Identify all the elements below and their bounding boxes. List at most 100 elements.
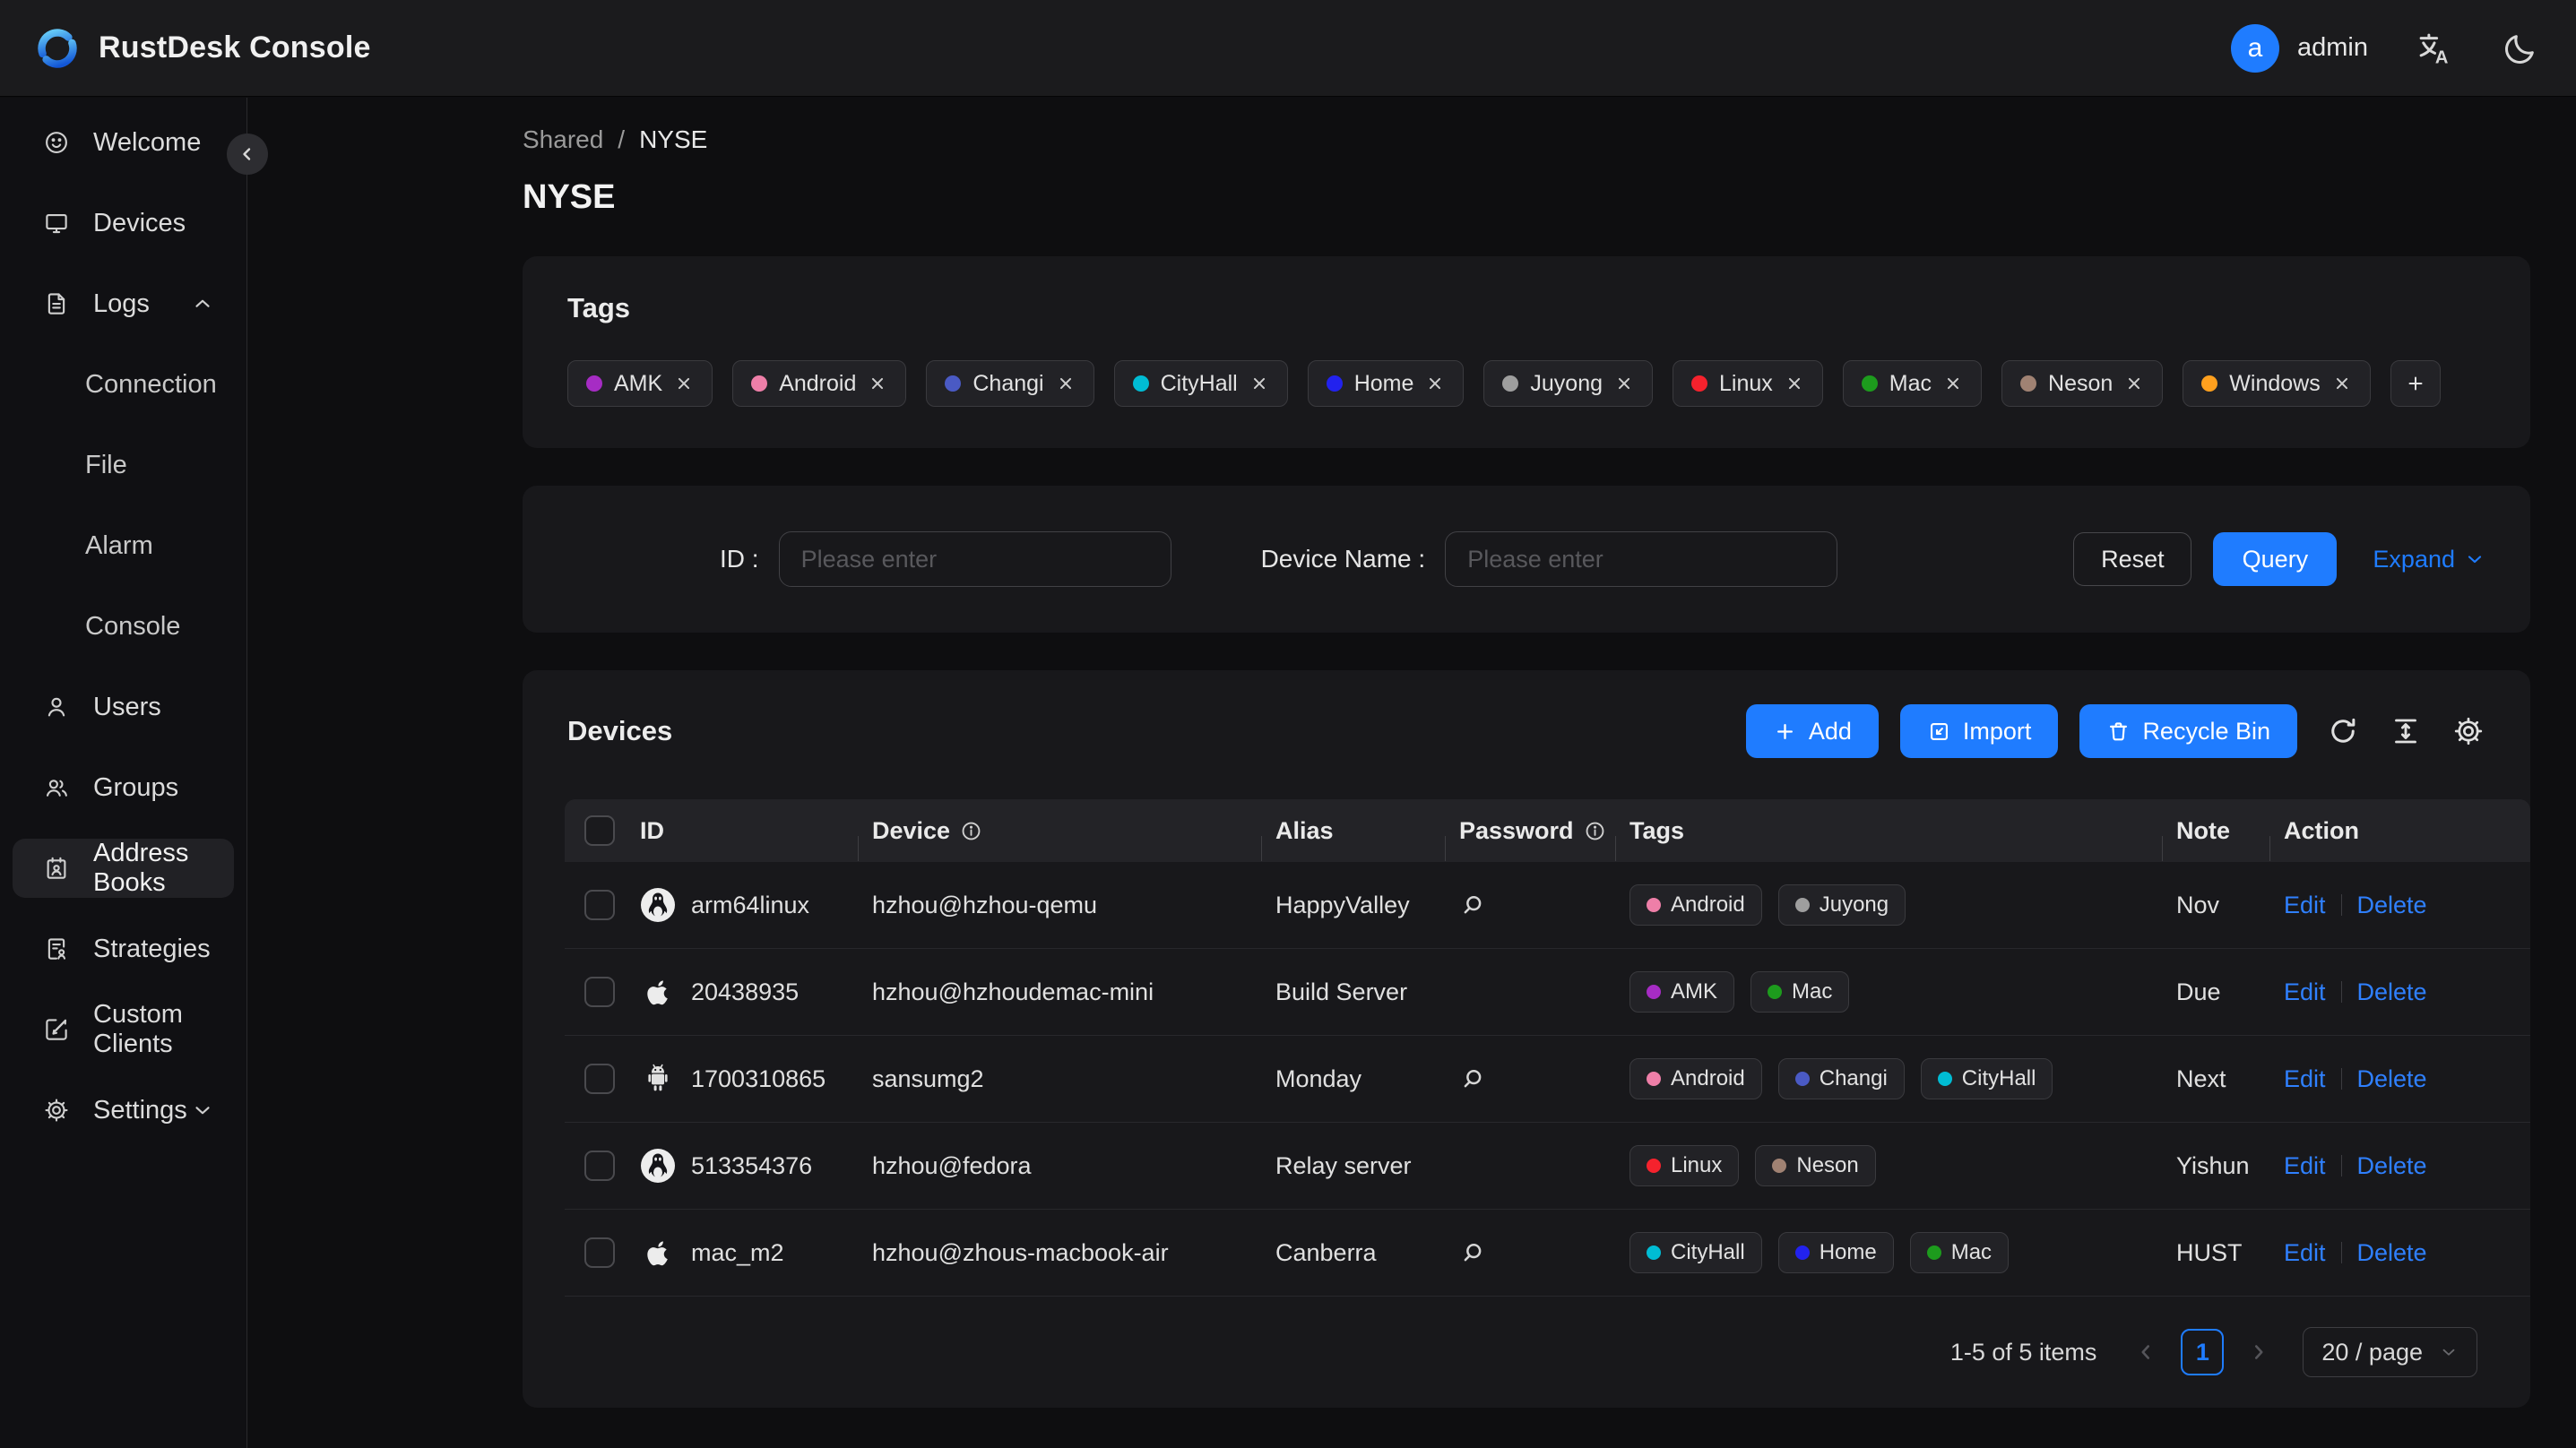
delete-link[interactable]: Delete <box>2357 892 2427 919</box>
previous-page-icon[interactable] <box>2134 1340 2157 1364</box>
sidebar-item-alarm[interactable]: Alarm <box>13 516 234 575</box>
edit-link[interactable]: Edit <box>2284 892 2326 919</box>
tag-color-dot <box>586 375 602 392</box>
language-icon[interactable]: A <box>2415 29 2454 68</box>
delete-link[interactable]: Delete <box>2357 1065 2427 1093</box>
sidebar-item-strategies[interactable]: Strategies <box>13 919 234 978</box>
chevron-down-icon <box>191 1099 214 1122</box>
row-checkbox[interactable] <box>584 890 615 920</box>
id-filter-input[interactable] <box>778 531 1171 587</box>
tag-chip-amk[interactable]: AMK <box>567 360 713 407</box>
page-number-button[interactable]: 1 <box>2181 1329 2225 1375</box>
refresh-icon[interactable] <box>2326 714 2360 748</box>
add-button[interactable]: Add <box>1745 704 1879 758</box>
device-name: hzhou@fedora <box>872 1151 1032 1179</box>
remove-tag-icon[interactable] <box>2124 374 2144 393</box>
device-name-filter-input[interactable] <box>1445 531 1838 587</box>
sidebar-collapse-button[interactable] <box>227 134 268 175</box>
recycle-bin-button[interactable]: Recycle Bin <box>2079 704 2297 758</box>
tag-chip-android[interactable]: Android <box>732 360 907 407</box>
delete-link[interactable]: Delete <box>2357 978 2427 1006</box>
tag-chip-neson[interactable]: Neson <box>2001 360 2164 407</box>
chevron-down-icon <box>2439 1342 2459 1362</box>
tag-chip-windows[interactable]: Windows <box>2183 360 2371 407</box>
breadcrumb-parent[interactable]: Shared <box>523 125 603 154</box>
import-icon <box>1927 720 1951 744</box>
remove-tag-icon[interactable] <box>2332 374 2352 393</box>
select-all-checkbox[interactable] <box>584 815 615 846</box>
import-button[interactable]: Import <box>1899 704 2059 758</box>
table-settings-gear-icon[interactable] <box>2451 714 2485 748</box>
tag-chip-home[interactable]: Home <box>1307 360 1465 407</box>
add-tag-button[interactable] <box>2390 360 2441 407</box>
sidebar-item-label: Devices <box>93 208 186 237</box>
sidebar-item-label: Settings <box>93 1095 187 1125</box>
sidebar-item-users[interactable]: Users <box>13 677 234 737</box>
device-alias: HappyValley <box>1275 891 1410 918</box>
sidebar-item-console[interactable]: Console <box>13 597 234 656</box>
sidebar-item-label: Welcome <box>93 127 202 157</box>
device-name: hzhou@zhous-macbook-air <box>872 1238 1169 1266</box>
tag-chip-mac[interactable]: Mac <box>1842 360 1983 407</box>
row-checkbox[interactable] <box>584 1151 615 1181</box>
row-checkbox[interactable] <box>584 977 615 1007</box>
sidebar: Welcome Devices Logs Connection File Ala… <box>0 98 247 1448</box>
sidebar-item-label: Custom Clients <box>93 1000 183 1058</box>
remove-tag-icon[interactable] <box>868 374 887 393</box>
sidebar-item-custom-clients[interactable]: Custom Clients <box>13 1000 234 1059</box>
remove-tag-icon[interactable] <box>674 374 694 393</box>
remove-tag-icon[interactable] <box>1614 374 1634 393</box>
remove-tag-icon[interactable] <box>1943 374 1963 393</box>
tag-color-dot <box>1326 375 1343 392</box>
avatar[interactable]: a <box>2231 23 2279 73</box>
sidebar-item-settings[interactable]: Settings <box>13 1081 234 1140</box>
row-checkbox[interactable] <box>584 1237 615 1268</box>
smiley-icon <box>43 129 70 156</box>
reset-button[interactable]: Reset <box>2073 532 2192 586</box>
trash-icon <box>2106 720 2131 744</box>
tag-chip-cityhall[interactable]: CityHall <box>1113 360 1288 407</box>
tag-chip-linux[interactable]: Linux <box>1673 360 1823 407</box>
delete-link[interactable]: Delete <box>2357 1152 2427 1180</box>
device-id: 1700310865 <box>691 1064 826 1092</box>
edit-link[interactable]: Edit <box>2284 1239 2326 1267</box>
sidebar-item-welcome[interactable]: Welcome <box>13 113 234 172</box>
edit-link[interactable]: Edit <box>2284 1152 2326 1180</box>
row-checkbox[interactable] <box>584 1064 615 1094</box>
page-size-select[interactable]: 20 / page <box>2303 1327 2477 1377</box>
column-header-password: Password <box>1445 817 1615 861</box>
device-note: Yishun <box>2176 1151 2250 1179</box>
dark-mode-toggle-icon[interactable] <box>2501 29 2540 68</box>
delete-link[interactable]: Delete <box>2357 1239 2427 1267</box>
tag-color-dot <box>2020 375 2037 392</box>
reveal-password-icon[interactable] <box>1459 1239 1486 1266</box>
address-book-icon <box>43 855 70 882</box>
sidebar-item-connection[interactable]: Connection <box>13 355 234 414</box>
user-menu[interactable]: a admin <box>2231 23 2368 73</box>
tag-chip-juyong[interactable]: Juyong <box>1483 360 1654 407</box>
chevron-up-icon <box>191 292 214 315</box>
device-name-filter-label: Device Name : <box>1260 545 1426 573</box>
remove-tag-icon[interactable] <box>1056 374 1076 393</box>
remove-tag-icon[interactable] <box>1785 374 1804 393</box>
tag-chip: Android <box>1629 884 1762 926</box>
remove-tag-icon[interactable] <box>1249 374 1269 393</box>
sidebar-item-logs[interactable]: Logs <box>13 274 234 333</box>
expand-link[interactable]: Expand <box>2373 546 2485 573</box>
remove-tag-icon[interactable] <box>1425 374 1445 393</box>
devices-card-title: Devices <box>567 715 673 746</box>
row-height-icon[interactable] <box>2389 714 2423 748</box>
tag-chip-changi[interactable]: Changi <box>926 360 1094 407</box>
plus-icon <box>1773 720 1797 744</box>
sidebar-item-groups[interactable]: Groups <box>13 758 234 817</box>
edit-link[interactable]: Edit <box>2284 1065 2326 1093</box>
sidebar-item-file[interactable]: File <box>13 435 234 495</box>
sidebar-item-devices[interactable]: Devices <box>13 194 234 253</box>
reveal-password-icon[interactable] <box>1459 1065 1486 1092</box>
sidebar-item-address-books[interactable]: Address Books <box>13 839 234 898</box>
next-page-icon[interactable] <box>2247 1340 2270 1364</box>
query-button[interactable]: Query <box>2213 532 2338 586</box>
edit-link[interactable]: Edit <box>2284 978 2326 1006</box>
edit-square-icon <box>43 1016 70 1043</box>
reveal-password-icon[interactable] <box>1459 892 1486 918</box>
